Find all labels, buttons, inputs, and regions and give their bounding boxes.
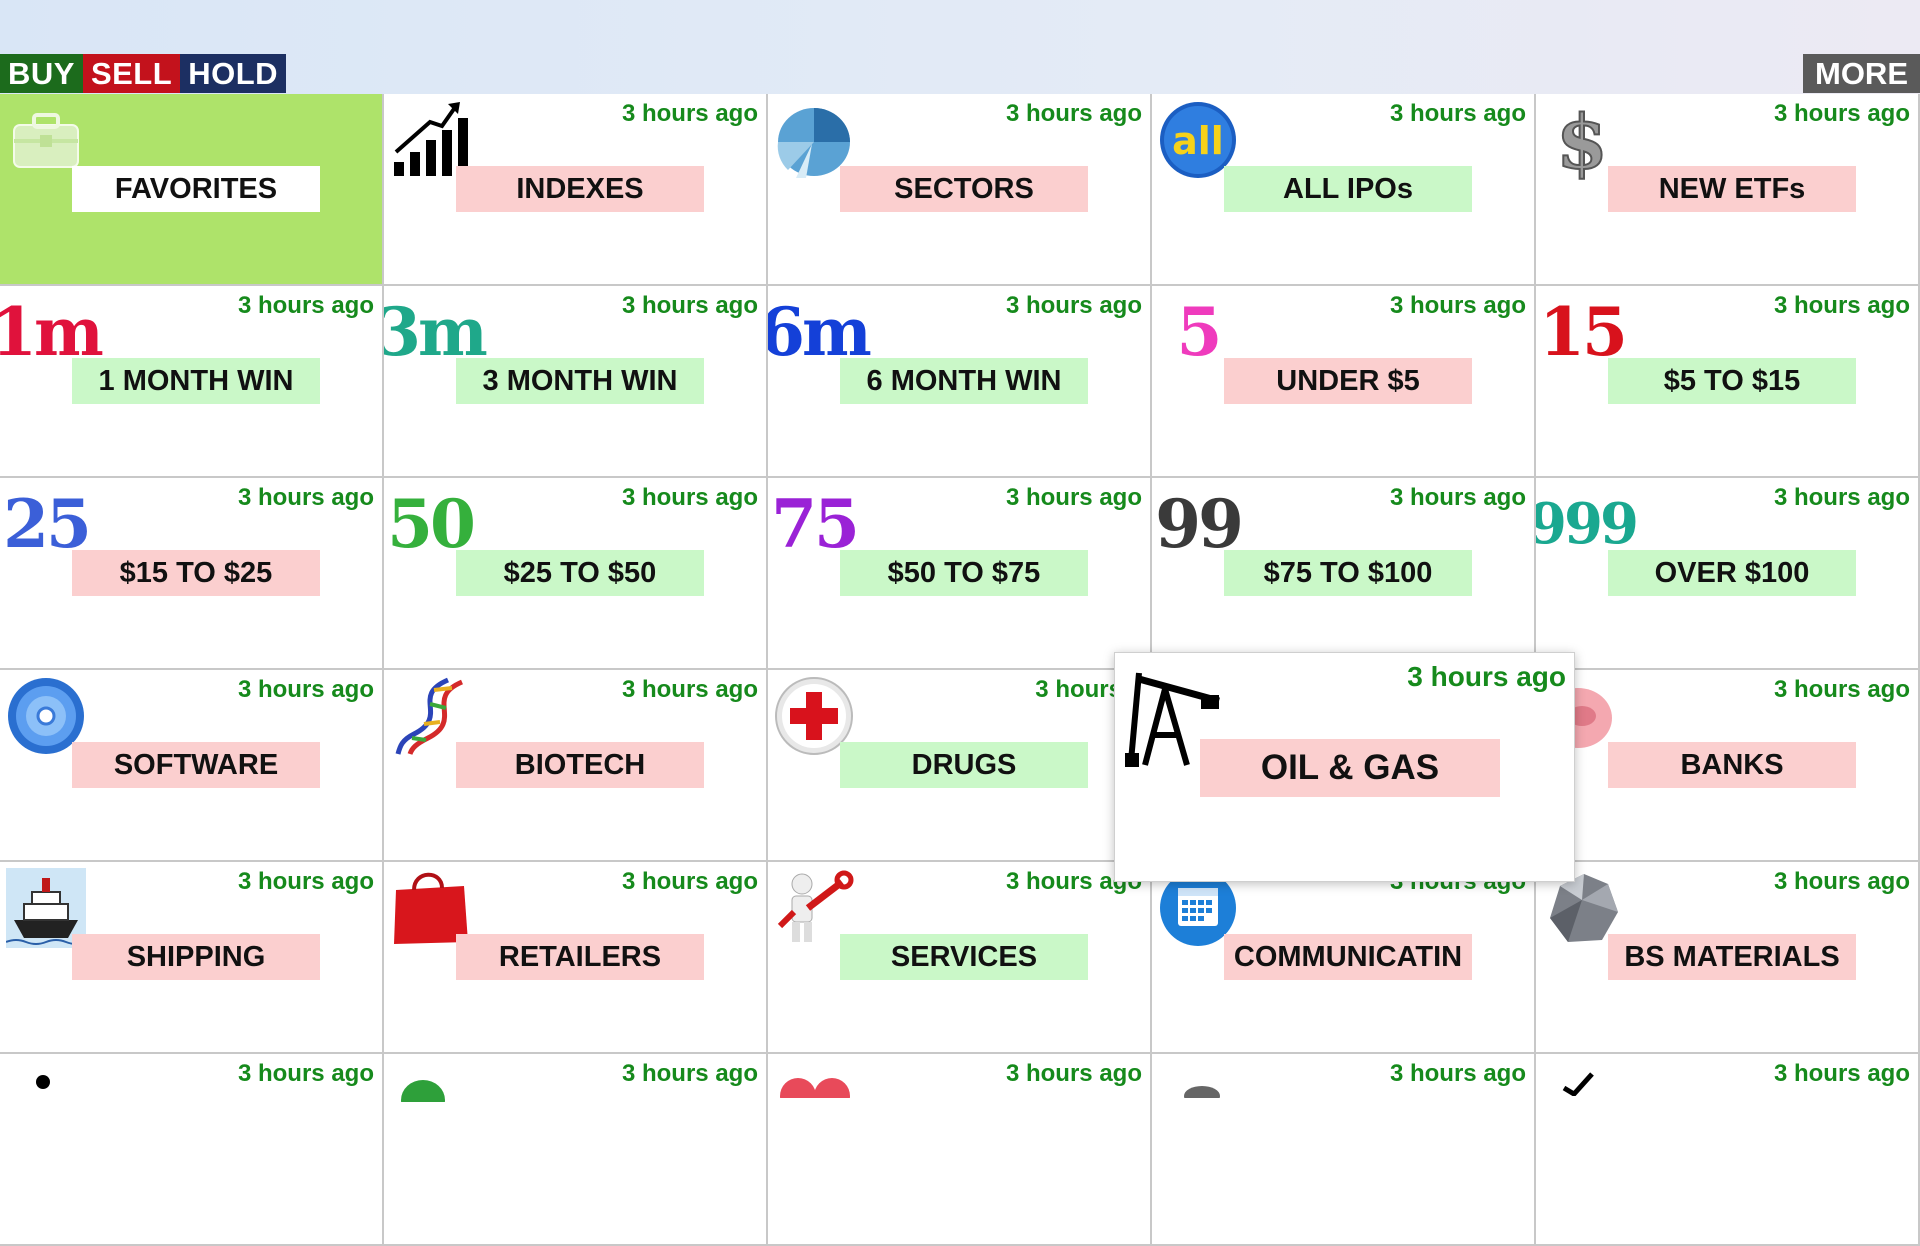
tile-row6-1[interactable]: 3 hours ago: [0, 1054, 384, 1246]
updated-time: 3 hours ago: [1389, 1060, 1526, 1087]
heart-icon: [780, 1078, 850, 1098]
tile-label: INDEXES: [456, 166, 704, 212]
tile-50-to-75[interactable]: 3 hours ago 75 $50 TO $75: [768, 478, 1152, 670]
more-button[interactable]: MORE: [1803, 54, 1920, 93]
hold-label: HOLD: [180, 54, 287, 93]
updated-time: 3 hours ago: [1389, 292, 1526, 319]
tile-banks[interactable]: 3 hours ago BANKS: [1536, 670, 1920, 862]
all-logo-text: all: [1172, 119, 1224, 163]
sell-label: SELL: [82, 54, 181, 93]
updated-time: 3 hours ago: [1407, 661, 1566, 692]
tile-label: 3 MONTH WIN: [456, 358, 704, 404]
updated-time: 3 hours ago: [237, 1060, 374, 1087]
updated-time: 3 hours ago: [621, 868, 758, 895]
updated-time: 3 hours ago: [1773, 100, 1910, 127]
tile-75-to-100[interactable]: 3 hours ago 99 $75 TO $100: [1152, 478, 1536, 670]
tile-label: RETAILERS: [456, 934, 704, 980]
tile-label: BIOTECH: [456, 742, 704, 788]
tile-row6-5[interactable]: 3 hours ago: [1536, 1054, 1920, 1246]
tile-row6-4[interactable]: 3 hours ago: [1152, 1054, 1536, 1246]
tile-retailers[interactable]: 3 hours ago RETAILERS: [384, 862, 768, 1054]
tile-label: DRUGS: [840, 742, 1088, 788]
tile-row6-3[interactable]: 3 hours ago: [768, 1054, 1152, 1246]
updated-time: 3 hours ago: [621, 1060, 758, 1087]
updated-time: 3 hours ago: [621, 100, 758, 127]
updated-time: 3 hours ago: [1005, 100, 1142, 127]
checkmark-icon: [1562, 1072, 1594, 1096]
tile-row6-2[interactable]: 3 hours ago: [384, 1054, 768, 1246]
gear-icon: [1184, 1086, 1220, 1098]
updated-time: 3 hours ago: [1773, 292, 1910, 319]
tile-all-ipos[interactable]: 3 hours ago all ALL IPOs: [1152, 94, 1536, 286]
tile-label: ALL IPOs: [1224, 166, 1472, 212]
person-icon: [36, 1075, 50, 1089]
updated-time: 3 hours ago: [1389, 484, 1526, 511]
tile-over-100[interactable]: 3 hours ago 999 OVER $100: [1536, 478, 1920, 670]
updated-time: 3 hours ago: [1773, 484, 1910, 511]
tile-software[interactable]: 3 hours ago SOFTWARE: [0, 670, 384, 862]
updated-time: 3 hours ago: [1005, 292, 1142, 319]
updated-time: 3 hours ago: [237, 676, 374, 703]
updated-time: 3 hours ago: [621, 676, 758, 703]
tile-label: $50 TO $75: [840, 550, 1088, 596]
tile-oil-gas-popup[interactable]: 3 hours ago OIL & GAS: [1114, 652, 1575, 882]
tile-6-month-win[interactable]: 3 hours ago 6m 6 MONTH WIN: [768, 286, 1152, 478]
tile-25-to-50[interactable]: 3 hours ago 50 $25 TO $50: [384, 478, 768, 670]
tile-services[interactable]: 3 hours ago SERVICES: [768, 862, 1152, 1054]
tile-new-etfs[interactable]: 3 hours ago $ NEW ETFs: [1536, 94, 1920, 286]
tile-label: UNDER $5: [1224, 358, 1472, 404]
tile-label: SERVICES: [840, 934, 1088, 980]
tile-under-5[interactable]: 3 hours ago 5 UNDER $5: [1152, 286, 1536, 478]
tile-3-month-win[interactable]: 3 hours ago 3m 3 MONTH WIN: [384, 286, 768, 478]
tile-label: BS MATERIALS: [1608, 934, 1856, 980]
tile-label: SOFTWARE: [72, 742, 320, 788]
tile-drugs[interactable]: 3 hours a DRUGS: [768, 670, 1152, 862]
tile-label: SHIPPING: [72, 934, 320, 980]
updated-time: 3 hours ago: [621, 484, 758, 511]
updated-time: 3 hours ago: [237, 292, 374, 319]
tile-label: $5 TO $15: [1608, 358, 1856, 404]
tile-sectors[interactable]: 3 hours ago SECTORS: [768, 94, 1152, 286]
tile-label: OIL & GAS: [1200, 739, 1500, 797]
money-bag-icon: [401, 1080, 445, 1102]
tile-1-month-win[interactable]: 3 hours ago 1m 1 MONTH WIN: [0, 286, 384, 478]
updated-time: 3 hours ago: [1389, 100, 1526, 127]
updated-time: 3 hours ago: [237, 484, 374, 511]
buy-sell-hold-logo[interactable]: BUY SELL HOLD: [0, 54, 287, 93]
updated-time: 3 hours ago: [1773, 676, 1910, 703]
tile-label: $25 TO $50: [456, 550, 704, 596]
tile-indexes[interactable]: 3 hours ago INDEXES: [384, 94, 768, 286]
tile-label: $15 TO $25: [72, 550, 320, 596]
tile-label: SECTORS: [840, 166, 1088, 212]
tile-label: FAVORITES: [72, 166, 320, 212]
tile-communications[interactable]: 3 hours ago COMMUNICATIN: [1152, 862, 1536, 1054]
tile-favorites[interactable]: FAVORITES: [0, 94, 384, 286]
category-grid: FAVORITES 3 hours ago INDEXES 3 hours ag…: [0, 94, 1920, 1246]
tile-label: 1 MONTH WIN: [72, 358, 320, 404]
tile-label: BANKS: [1608, 742, 1856, 788]
updated-time: 3 hours ago: [1773, 868, 1910, 895]
tile-5-to-15[interactable]: 3 hours ago 15 $5 TO $15: [1536, 286, 1920, 478]
updated-time: 3 hours ago: [1005, 484, 1142, 511]
tile-label: 6 MONTH WIN: [840, 358, 1088, 404]
top-bar: BUY SELL HOLD MORE: [0, 0, 1920, 94]
tile-15-to-25[interactable]: 3 hours ago 25 $15 TO $25: [0, 478, 384, 670]
updated-time: 3 hours ago: [1773, 1060, 1910, 1087]
updated-time: 3 hours ago: [1005, 1060, 1142, 1087]
tile-label: NEW ETFs: [1608, 166, 1856, 212]
tile-bs-materials[interactable]: 3 hours ago BS MATERIALS: [1536, 862, 1920, 1054]
buy-label: BUY: [0, 54, 83, 93]
tile-label: $75 TO $100: [1224, 550, 1472, 596]
updated-time: 3 hours ago: [621, 292, 758, 319]
tile-label: OVER $100: [1608, 550, 1856, 596]
dollar-text: $: [1556, 100, 1608, 180]
tile-biotech[interactable]: 3 hours ago BIOTECH: [384, 670, 768, 862]
tile-label: COMMUNICATIN: [1224, 934, 1472, 980]
tile-shipping[interactable]: 3 hours ago SHIPPING: [0, 862, 384, 1054]
updated-time: 3 hours ago: [237, 868, 374, 895]
